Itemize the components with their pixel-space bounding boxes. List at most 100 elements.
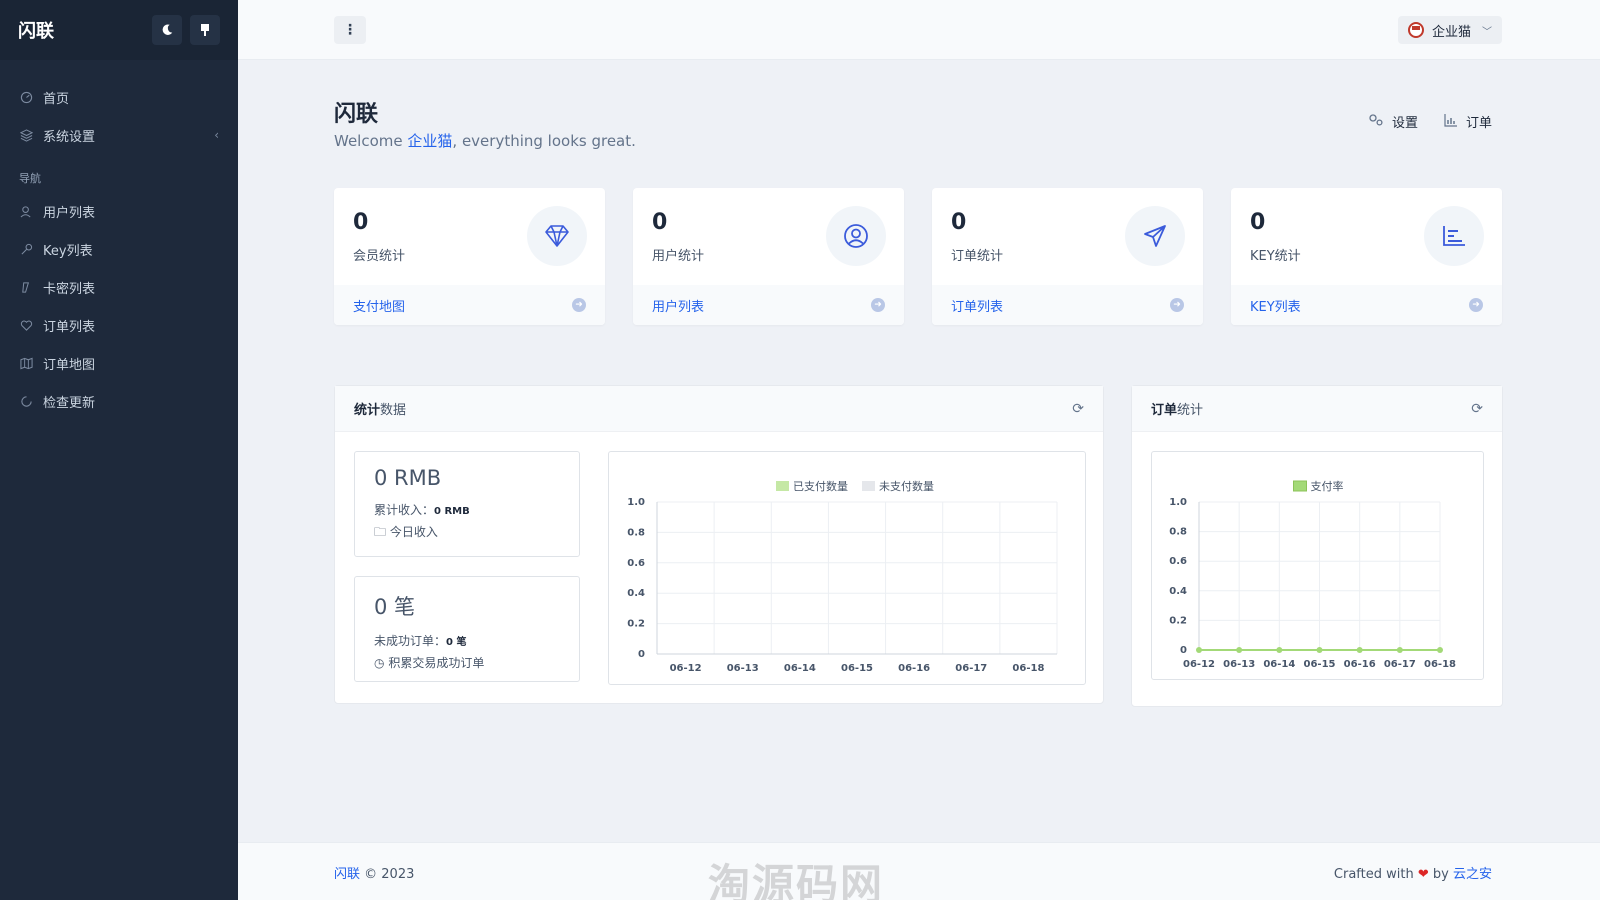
sidebar-item-order-map[interactable]: 订单地图 xyxy=(0,344,238,382)
more-options-button[interactable]: ⋮ xyxy=(334,16,366,44)
sidebar-item-label: 订单列表 xyxy=(43,319,96,335)
settings-link[interactable]: 设置 xyxy=(1368,112,1418,131)
heart-icon xyxy=(19,318,33,332)
arrow-right-icon: ➜ xyxy=(1170,298,1184,312)
key-list-link[interactable]: KEY列表 ➜ xyxy=(1231,285,1502,325)
chevron-down-icon: ﹀ xyxy=(1482,26,1492,38)
refresh-icon[interactable]: ⟳ xyxy=(1471,401,1483,417)
chart-icon xyxy=(1444,113,1458,130)
x-tick-label: 06-14 xyxy=(784,663,816,674)
dark-mode-toggle[interactable] xyxy=(152,15,182,45)
refresh-icon[interactable]: ⟳ xyxy=(1072,401,1084,417)
sidebar-item-check-update[interactable]: 检查更新 xyxy=(0,382,238,420)
sidebar-nav: 首页 系统设置 ‹ 导航 用户列表 Key列表 卡密列表 订单列表 订单地图 检… xyxy=(0,60,238,420)
welcome-user-link[interactable]: 企业猫 xyxy=(407,132,452,150)
diamond-icon xyxy=(527,206,587,266)
orders-success: ◷ 积累交易成功订单 xyxy=(374,653,560,673)
x-tick-label: 06-13 xyxy=(727,663,759,674)
x-tick-label: 06-15 xyxy=(841,663,873,674)
orders-success-label: 积累交易成功订单 xyxy=(388,656,485,670)
pay-map-link[interactable]: 支付地图 ➜ xyxy=(334,285,605,325)
orders-link[interactable]: 订单 xyxy=(1444,112,1492,131)
sidebar-item-system-settings[interactable]: 系统设置 ‹ xyxy=(0,116,238,154)
page-title: 闪联 xyxy=(334,102,379,127)
user-menu-button[interactable]: 企业猫 ﹀ xyxy=(1398,16,1502,44)
chevron-left-icon: ‹ xyxy=(214,128,219,142)
brand-logo[interactable]: 闪联 xyxy=(18,17,144,43)
legend-swatch xyxy=(776,481,789,491)
stats-panel: 统计 数据 ⟳ 0 RMB 累计收入：0 RMB 🗀 今日收入 0 笔 未成功订单… xyxy=(334,385,1104,704)
heart-icon: ❤ xyxy=(1417,867,1429,882)
sidebar-item-label: 卡密列表 xyxy=(43,281,96,297)
topbar: ⋮ 企业猫 ﹀ xyxy=(238,0,1600,60)
card-link-label: 支付地图 xyxy=(353,299,406,315)
revenue-value: 0 RMB xyxy=(374,466,442,490)
orders-failed-label: 未成功订单： xyxy=(374,634,447,648)
orders-label: 订单 xyxy=(1465,116,1492,131)
footer-brand-link[interactable]: 闪联 xyxy=(334,867,360,882)
arrow-right-icon: ➜ xyxy=(572,298,586,312)
vertical-dots-icon: ⋮ xyxy=(343,22,357,38)
sidebar-item-label: 检查更新 xyxy=(43,395,96,411)
x-tick-label: 06-12 xyxy=(1183,659,1215,670)
y-tick-label: 0.6 xyxy=(1169,556,1187,567)
paper-plane-icon xyxy=(1125,206,1185,266)
author-link[interactable]: 云之安 xyxy=(1453,867,1492,882)
data-point xyxy=(1316,647,1323,653)
key-icon xyxy=(19,242,33,256)
card-link-label: KEY列表 xyxy=(1250,299,1301,315)
legend-label: 已支付数量 xyxy=(793,480,848,493)
orders-panel: 订单 统计 ⟳ 0 0.2 0.4 0.6 0.8 1.0 06-12 06-13 06-14 06… xyxy=(1131,385,1503,707)
layers-icon xyxy=(19,128,33,142)
line-chart-svg: 0 0.2 0.4 0.6 0.8 1.0 06-12 06-13 06-14 06-15 06-1… xyxy=(1169,479,1456,670)
order-list-link[interactable]: 订单列表 ➜ xyxy=(932,285,1203,325)
stat-label: KEY统计 xyxy=(1250,249,1301,264)
y-tick-label: 0.8 xyxy=(627,527,645,538)
sidebar-item-users[interactable]: 用户列表 xyxy=(0,192,238,230)
user-list-link[interactable]: 用户列表 ➜ xyxy=(633,285,904,325)
x-tick-label: 06-17 xyxy=(955,663,987,674)
x-tick-label: 06-12 xyxy=(670,663,702,674)
welcome-text: Welcome 企业猫, everything looks great. xyxy=(334,130,636,151)
y-tick-label: 0 xyxy=(638,649,645,660)
sidebar: 闪联 首页 系统设置 ‹ 导航 用户列表 Key列表 卡密列表 订单列表 订单地… xyxy=(0,0,238,900)
map-icon xyxy=(19,356,33,370)
moon-icon xyxy=(162,24,173,35)
legend-swatch xyxy=(862,481,875,491)
user-name: 企业猫 xyxy=(1432,24,1472,40)
sidebar-item-orders[interactable]: 订单列表 xyxy=(0,306,238,344)
stat-card-members: 0 会员统计 支付地图 ➜ xyxy=(334,188,605,325)
arrow-right-icon: ➜ xyxy=(871,298,885,312)
sidebar-item-cards[interactable]: 卡密列表 xyxy=(0,268,238,306)
revenue-total-value: 0 RMB xyxy=(434,506,470,517)
x-tick-label: 06-17 xyxy=(1384,659,1416,670)
bar-chart-svg: 0 0.2 0.4 0.6 0.8 1.0 06-12 06-13 06-14 06-15 06-1… xyxy=(627,480,1058,674)
x-tick-label: 06-18 xyxy=(1424,659,1456,670)
panel-title-bold: 统计 xyxy=(354,403,381,418)
by-text: by xyxy=(1428,867,1453,882)
sidebar-item-keys[interactable]: Key列表 xyxy=(0,230,238,268)
pin-sidebar-button[interactable] xyxy=(190,15,220,45)
sidebar-item-label: 订单地图 xyxy=(43,357,96,373)
revenue-today: 🗀 今日收入 xyxy=(374,522,560,542)
stat-label: 订单统计 xyxy=(951,249,1004,264)
panel-title-rest: 统计 xyxy=(1177,403,1204,418)
stat-value: 0 xyxy=(353,210,369,235)
sidebar-item-label: 首页 xyxy=(43,91,70,107)
stat-label: 用户统计 xyxy=(652,249,705,264)
data-point xyxy=(1437,647,1443,653)
data-point xyxy=(1396,647,1403,653)
y-tick-label: 0.8 xyxy=(1169,527,1187,538)
main-content: 闪联 Welcome 企业猫, everything looks great. … xyxy=(238,60,1600,900)
orders-failed-value: 0 笔 xyxy=(446,637,467,648)
settings-label: 设置 xyxy=(1391,116,1418,131)
card-link-label: 订单列表 xyxy=(951,299,1004,315)
sidebar-item-home[interactable]: 首页 xyxy=(0,78,238,116)
sidebar-item-label: 用户列表 xyxy=(43,205,96,221)
line-chart: 0 0.2 0.4 0.6 0.8 1.0 06-12 06-13 06-14 06-15 06-1… xyxy=(1151,451,1484,680)
y-tick-label: 1.0 xyxy=(627,497,645,508)
folder-icon: 🗀 xyxy=(374,525,387,539)
orders-value: 0 笔 xyxy=(374,595,416,619)
legend-label: 支付率 xyxy=(1311,479,1344,493)
sidebar-item-label: Key列表 xyxy=(43,243,93,259)
